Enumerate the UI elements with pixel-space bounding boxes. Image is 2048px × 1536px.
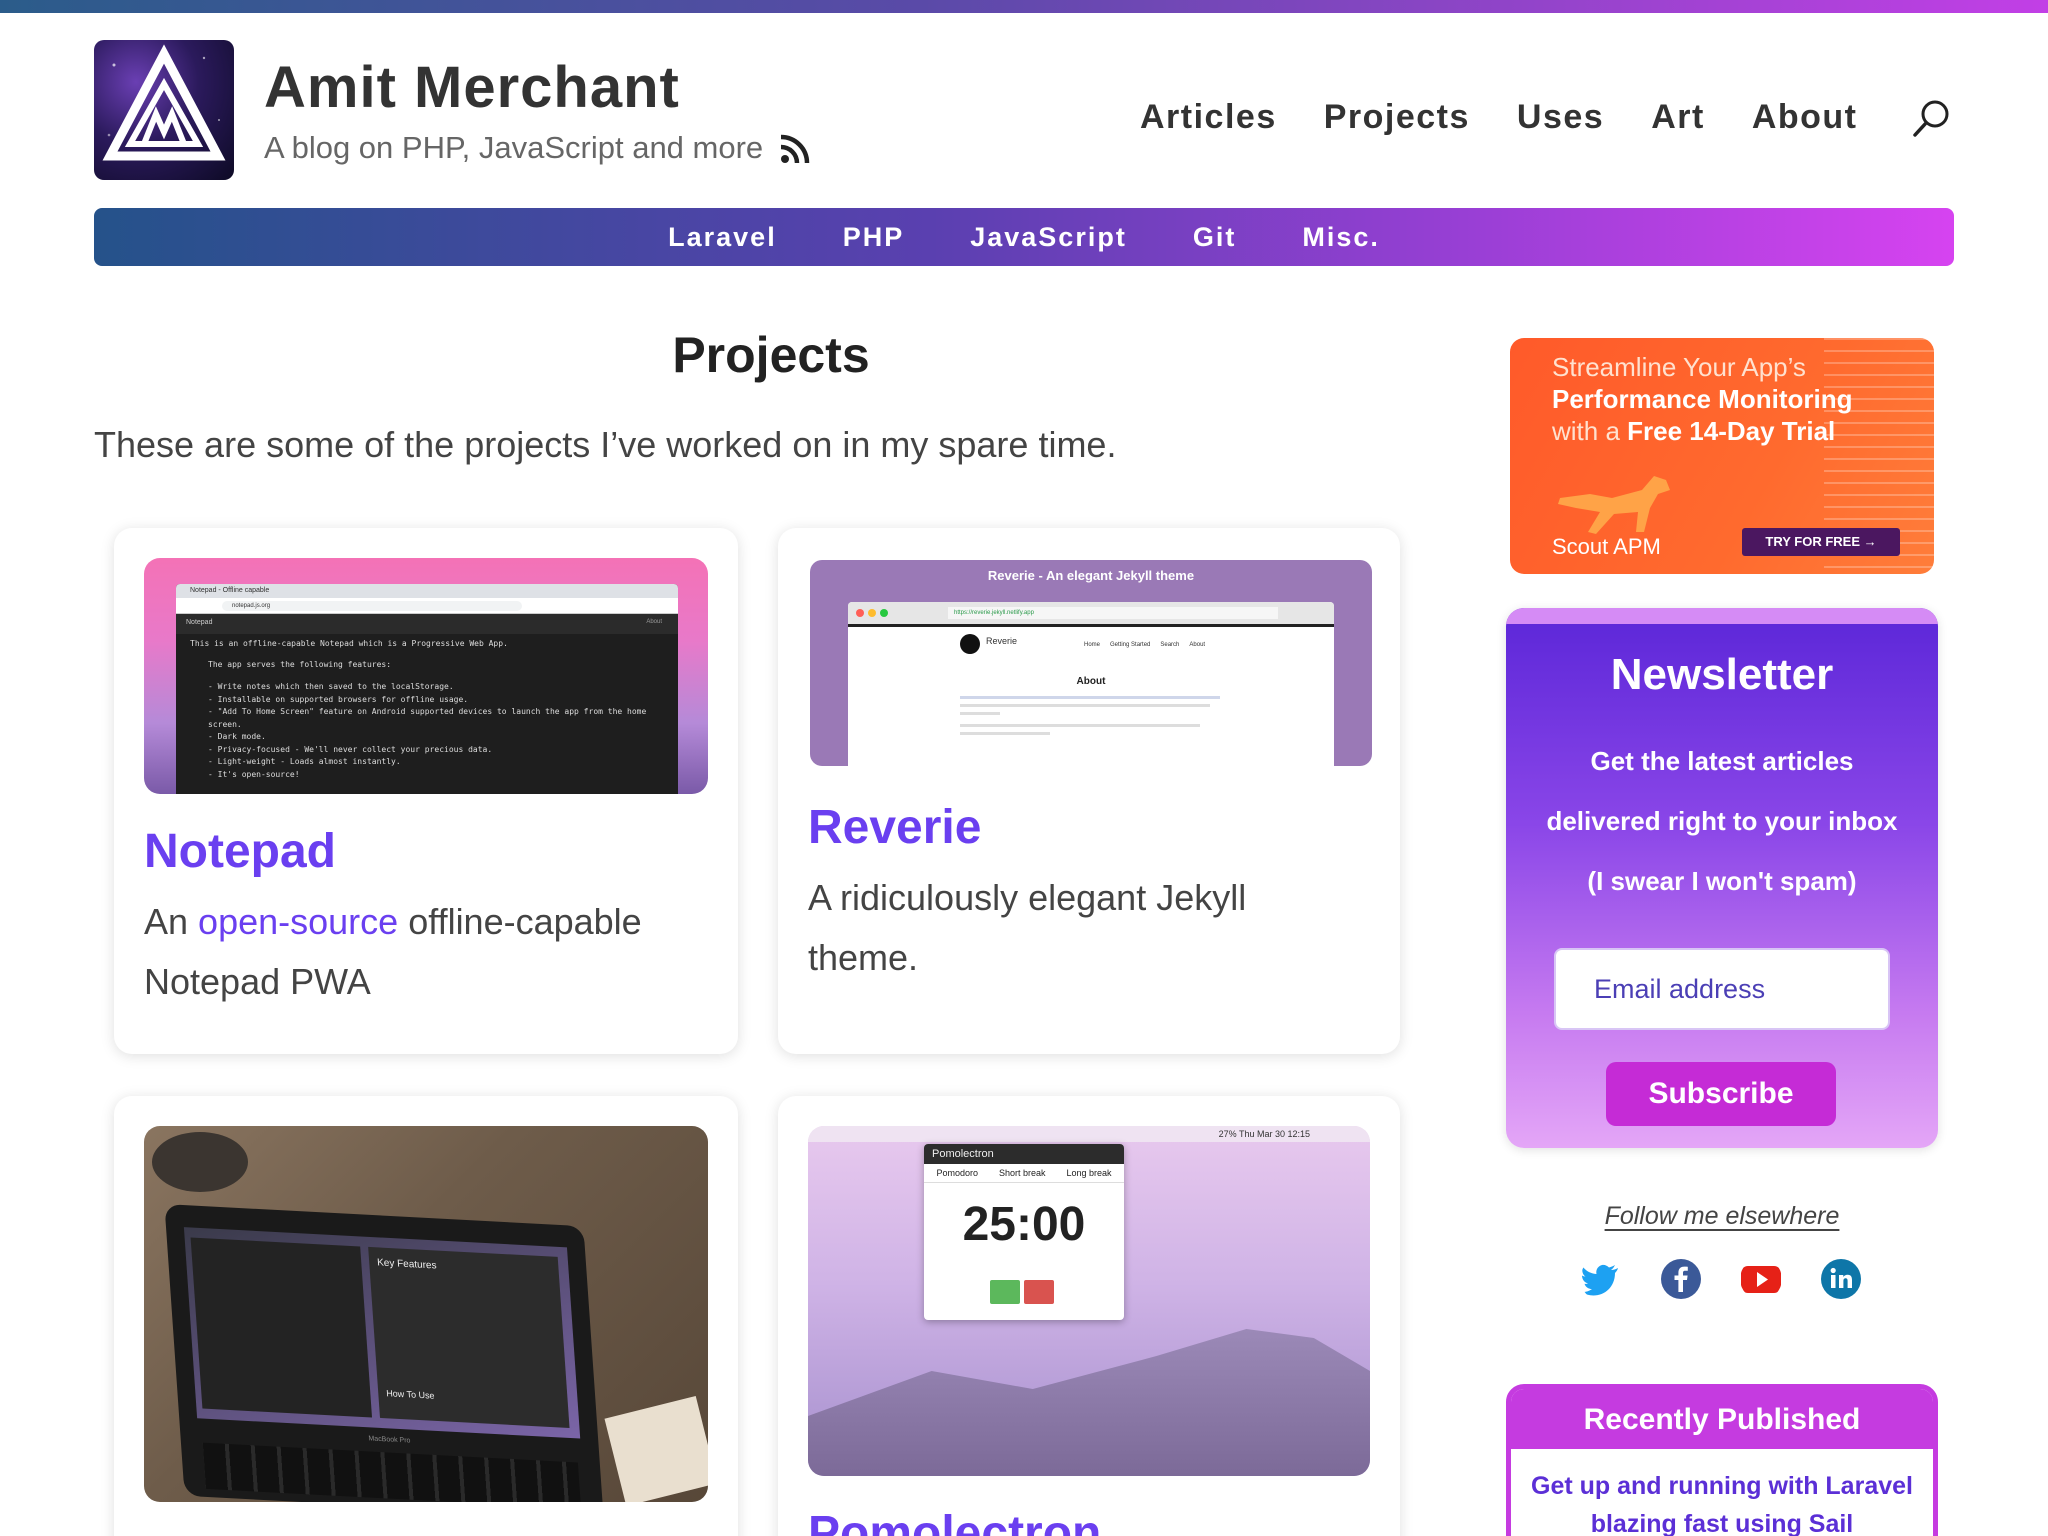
notepad-screenshot[interactable]: Notepad - Offline capable notepad.js.org… — [144, 558, 708, 794]
reverie-brand: Reverie — [986, 636, 1018, 646]
pause-button — [990, 1280, 1020, 1304]
laptop-panel-subtitle: How To Use — [385, 1388, 435, 1401]
open-source-link[interactable]: open-source — [198, 901, 398, 942]
nav-uses[interactable]: Uses — [1517, 98, 1604, 137]
email-field[interactable]: Email address — [1554, 948, 1890, 1030]
recently-published-box: Recently Published Get up and running wi… — [1506, 1384, 1938, 1536]
reverie-menu: Home Getting Started Search About — [1084, 642, 1206, 648]
site-logo[interactable] — [94, 40, 234, 180]
dog-icon — [1558, 476, 1670, 534]
follow-heading: Follow me elsewhere — [1604, 1202, 1840, 1230]
youtube-icon[interactable] — [1740, 1258, 1782, 1300]
newsletter-box: Newsletter Get the latest articles deliv… — [1506, 608, 1938, 1148]
category-misc[interactable]: Misc. — [1302, 222, 1380, 253]
newsletter-line-1: Get the latest articles — [1590, 746, 1854, 776]
reverie-browser: https://reverie.jekyll.netlify.app Rever… — [848, 602, 1334, 766]
project-title-pomolectron[interactable]: Pomolectron — [808, 1506, 1101, 1536]
card-deck-shape — [604, 1395, 708, 1502]
project-card-notepad[interactable]: Notepad - Offline capable notepad.js.org… — [114, 528, 738, 1054]
ad-line-2: Performance Monitoring — [1552, 384, 1853, 414]
reverie-heading: About — [1076, 676, 1106, 687]
newsletter-line-2: delivered right to your inbox — [1546, 806, 1898, 836]
page-title: Projects — [672, 327, 870, 383]
mug-shape — [152, 1132, 248, 1192]
project-desc-notepad: An open-source offline-capable Notepad P… — [144, 901, 642, 1002]
logo-triangle-icon — [102, 44, 226, 161]
laptop-panel-title: Key Features — [376, 1257, 437, 1272]
pomolectron-screenshot[interactable]: 27% Thu Mar 30 12:15 Pomolectron Pomodor… — [808, 1126, 1370, 1476]
reverie-screenshot[interactable]: Reverie - An elegant Jekyll theme https:… — [810, 560, 1372, 766]
search-icon[interactable] — [1912, 98, 1952, 138]
ad-brand: Scout APM — [1552, 534, 1661, 559]
category-laravel[interactable]: Laravel — [668, 222, 777, 253]
mac-menubar: 27% Thu Mar 30 12:15 — [808, 1126, 1370, 1142]
browser-tab: Notepad - Offline capable — [176, 584, 678, 598]
top-gradient-bar — [0, 0, 2048, 13]
ad-line-3: with a Free 14-Day Trial — [1552, 416, 1836, 446]
pomolectron-title: Pomolectron — [924, 1144, 1124, 1164]
notepad-about-link: About — [646, 619, 662, 625]
category-php[interactable]: PHP — [843, 222, 905, 253]
reverie-logo-icon — [960, 634, 980, 654]
pomolectron-tabs: Pomodoro Short break Long break — [924, 1164, 1124, 1183]
subscribe-button[interactable]: Subscribe — [1606, 1062, 1836, 1126]
site-tagline: A blog on PHP, JavaScript and more — [264, 130, 764, 165]
linkedin-icon[interactable] — [1820, 1258, 1862, 1300]
category-git[interactable]: Git — [1193, 222, 1237, 253]
project-desc-reverie: A ridiculously elegant Jekyll theme. — [808, 877, 1247, 978]
newsletter-title: Newsletter — [1610, 650, 1834, 699]
browser-toolbar: notepad.js.org — [176, 598, 678, 614]
nav-art[interactable]: Art — [1651, 98, 1705, 137]
facebook-icon[interactable] — [1660, 1258, 1702, 1300]
browser-url: notepad.js.org — [222, 601, 522, 611]
pomolectron-window: Pomolectron Pomodoro Short break Long brea… — [924, 1144, 1124, 1320]
laptop-screen: Key Features How To Use — [183, 1227, 581, 1439]
recent-title: Recently Published — [1511, 1389, 1933, 1449]
category-bar: Laravel PHP JavaScript Git Misc. — [94, 208, 1954, 266]
nav-about[interactable]: About — [1752, 98, 1858, 137]
half-dome-shape — [808, 1329, 1370, 1476]
recent-item[interactable]: Get up and running with Laravel blazing … — [1511, 1467, 1933, 1536]
notepad-appbar: Notepad About — [176, 614, 678, 634]
nav-projects[interactable]: Projects — [1324, 98, 1470, 137]
project-title-notepad[interactable]: Notepad — [144, 824, 336, 879]
main-nav: Articles Projects Uses Art About — [1140, 98, 1905, 137]
browser-window: Notepad - Offline capable notepad.js.org… — [176, 584, 678, 794]
project-title-reverie[interactable]: Reverie — [808, 800, 981, 855]
ad-line-1: Streamline Your App’s — [1552, 352, 1806, 382]
reverie-url: https://reverie.jekyll.netlify.app — [948, 607, 1278, 619]
ad-try-button[interactable]: TRY FOR FREE → — [1742, 528, 1900, 556]
notepad-app-name: Notepad — [186, 619, 213, 626]
pomolectron-timer: 25:00 — [962, 1198, 1086, 1251]
twitter-icon[interactable] — [1580, 1258, 1622, 1300]
laptop-shape: Key Features How To Use MacBook Pro — [164, 1204, 604, 1502]
project-card-pomolectron[interactable]: 27% Thu Mar 30 12:15 Pomolectron Pomodor… — [778, 1096, 1400, 1536]
site-title[interactable]: Amit Merchant — [264, 54, 680, 121]
notepad-text: This is an offline-capable Notepad which… — [190, 639, 647, 779]
nav-articles[interactable]: Articles — [1140, 98, 1277, 137]
newsletter-line-3: (I swear I won't spam) — [1587, 866, 1857, 896]
category-javascript[interactable]: JavaScript — [970, 222, 1127, 253]
reset-button — [1024, 1280, 1054, 1304]
scout-apm-ad[interactable]: Streamline Your App’s Performance Monito… — [1510, 338, 1934, 574]
project-card-livepreview[interactable]: Key Features How To Use MacBook Pro — [114, 1096, 738, 1536]
rss-icon[interactable] — [780, 134, 810, 164]
page-intro: These are some of the projects I’ve work… — [94, 424, 1117, 465]
project-card-reverie[interactable]: Reverie - An elegant Jekyll theme https:… — [778, 528, 1400, 1054]
livepreview-screenshot[interactable]: Key Features How To Use MacBook Pro — [144, 1126, 708, 1502]
reverie-banner: Reverie - An elegant Jekyll theme — [987, 568, 1195, 583]
